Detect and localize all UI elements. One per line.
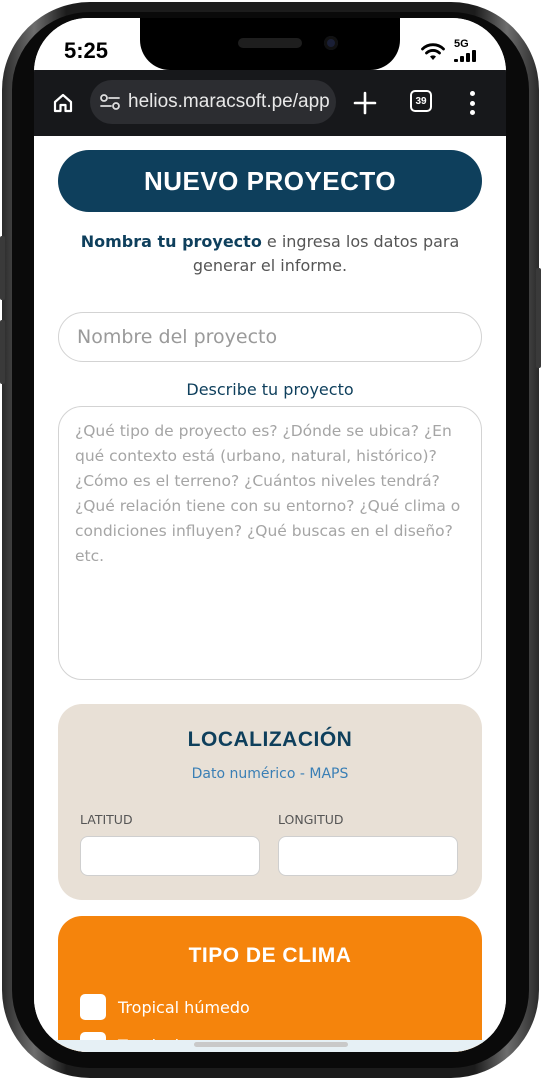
status-icons: 5G — [420, 38, 478, 62]
climate-option-label: Tropical húmedo — [118, 997, 250, 1017]
url-text[interactable]: helios.maracsoft.pe/app — [128, 91, 330, 113]
home-button[interactable] — [48, 88, 78, 118]
volume-up-button — [0, 236, 5, 300]
menu-dot — [469, 100, 475, 106]
wifi-icon — [421, 43, 445, 60]
notch-speaker — [238, 38, 302, 48]
browser-toolbar: helios.maracsoft.pe/app 39 — [34, 70, 506, 136]
signal-icon — [454, 50, 476, 62]
location-card: LOCALIZACIÓN Dato numérico - MAPS LATITU… — [58, 704, 482, 900]
network-type: 5G — [454, 38, 469, 50]
location-title: LOCALIZACIÓN — [187, 728, 353, 751]
cellular-indicator: 5G — [454, 38, 478, 62]
menu-dot — [469, 110, 475, 115]
power-button — [536, 268, 541, 368]
status-time: 5:25 — [64, 38, 109, 63]
intro-bold: Nombra tu proyecto — [80, 232, 262, 251]
page-content: NUEVO PROYECTO Nombra tu proyecto e ingr… — [34, 136, 506, 1052]
home-icon — [53, 93, 73, 113]
new-tab-icon — [353, 91, 377, 115]
address-bar[interactable]: helios.maracsoft.pe/app — [90, 80, 336, 124]
more-menu-icon[interactable] — [464, 88, 480, 118]
climate-title: TIPO DE CLIMA — [188, 944, 352, 967]
notch — [140, 18, 400, 70]
project-description-textarea[interactable] — [58, 406, 482, 680]
location-subtitle: Dato numérico - MAPS — [191, 766, 349, 782]
menu-dot — [469, 91, 475, 96]
climate-card: TIPO DE CLIMA Tropical húmedo Tropical — [58, 916, 482, 1052]
new-tab-button[interactable] — [350, 88, 380, 118]
longitude-label: LONGITUD — [278, 812, 344, 827]
climate-option[interactable]: Tropical húmedo — [80, 994, 250, 1020]
page-title: NUEVO PROYECTO — [58, 150, 482, 212]
home-indicator[interactable] — [194, 1042, 348, 1047]
front-camera — [324, 36, 338, 50]
project-name-input[interactable] — [58, 312, 482, 362]
tabs-icon[interactable]: 39 — [410, 90, 432, 112]
description-label: Describe tu proyecto — [186, 380, 354, 399]
site-settings-icon[interactable] — [100, 93, 120, 111]
status-bar: 5:25 5G — [34, 18, 506, 70]
phone-screen: 5:25 5G helios.maracsoft.pe/app 39 NUEVO… — [34, 18, 506, 1052]
latitude-label: LATITUD — [80, 812, 133, 827]
longitude-input[interactable] — [278, 836, 458, 876]
volume-down-button — [0, 320, 5, 384]
climate-checkbox[interactable] — [80, 994, 106, 1020]
intro-text: Nombra tu proyecto e ingresa los datos p… — [64, 230, 476, 278]
latitude-input[interactable] — [80, 836, 260, 876]
